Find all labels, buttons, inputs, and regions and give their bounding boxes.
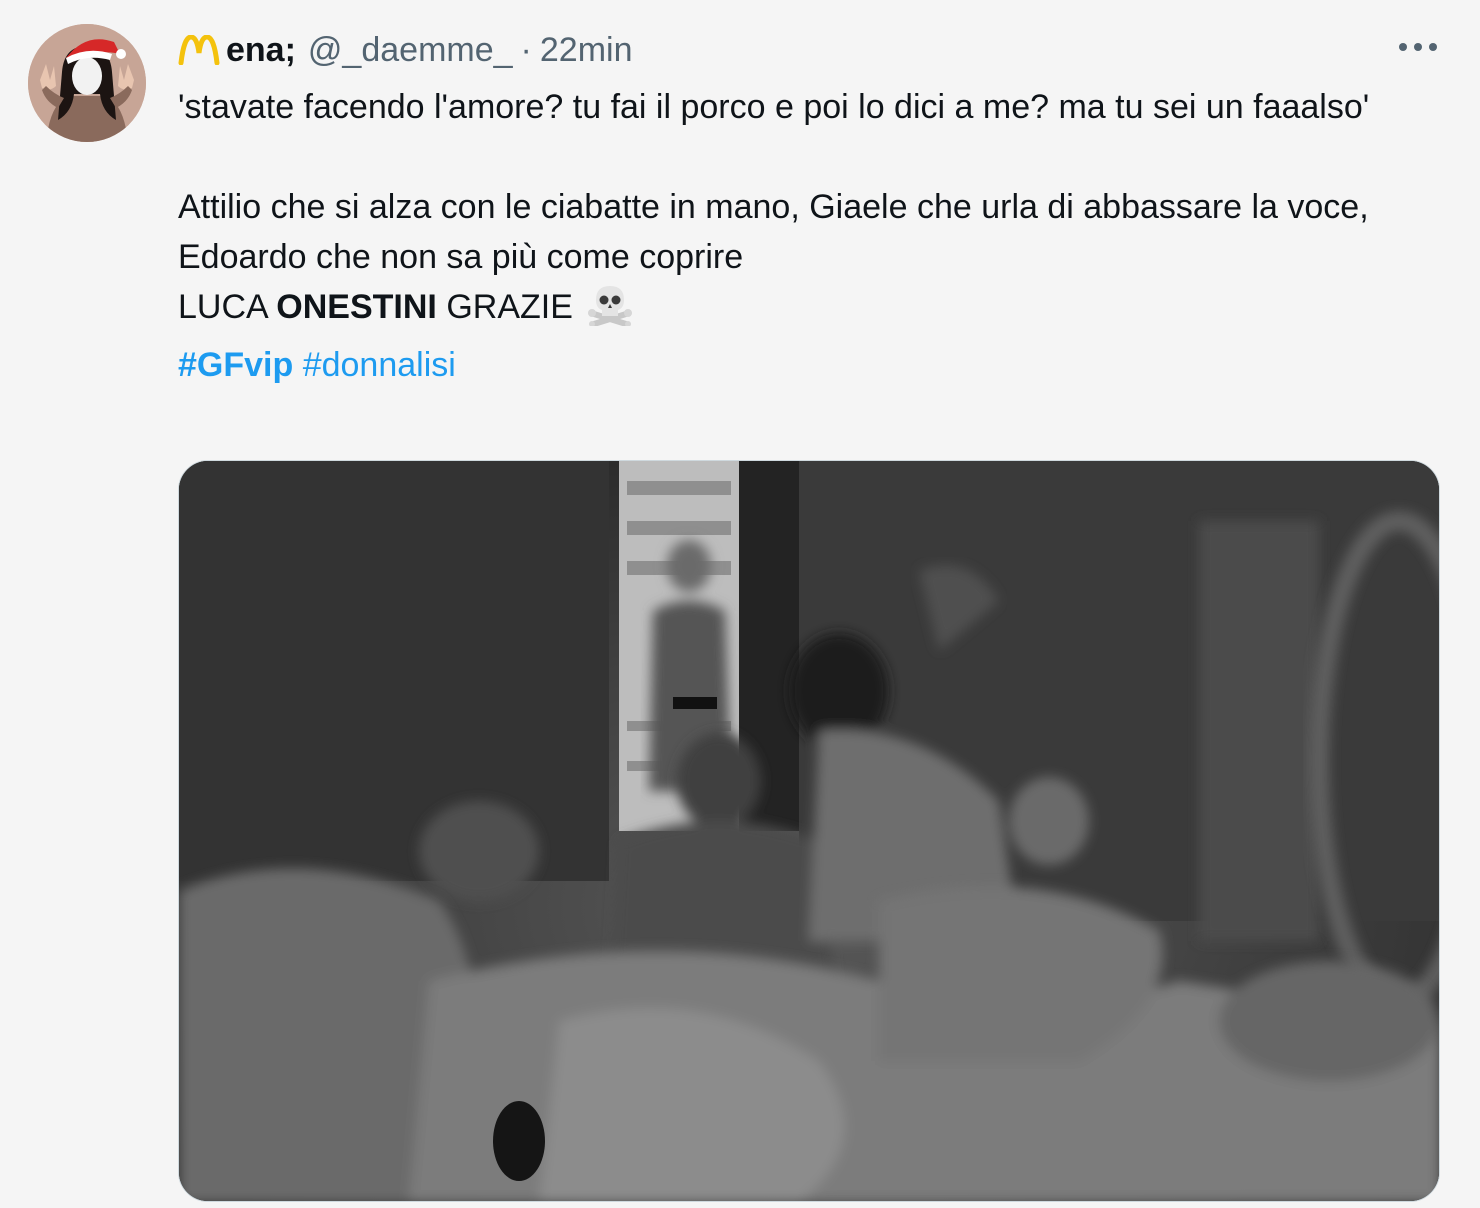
hashtag-donnalisi[interactable]: #donnalisi bbox=[303, 346, 456, 384]
mcdonalds-arch-icon bbox=[178, 35, 220, 65]
hashtag-gfvip[interactable]: #GFvip bbox=[178, 346, 293, 384]
tweet-media[interactable] bbox=[178, 460, 1440, 1202]
tweet-header: ena; @_daemme_ · 22min bbox=[178, 28, 632, 72]
avatar[interactable] bbox=[28, 24, 146, 142]
text-luca: LUCA bbox=[178, 288, 267, 326]
tweet-text-description: Attilio che si alza con le ciabatte in m… bbox=[178, 188, 1369, 276]
tweet-text: 'stavate facendo l'amore? tu fai il porc… bbox=[178, 82, 1418, 390]
tweet-text-thanks: LUCA ONESTINI GRAZIE bbox=[178, 282, 1418, 340]
timestamp[interactable]: 22min bbox=[540, 31, 633, 70]
text-onestini: ONESTINI bbox=[276, 288, 437, 326]
night-vision-photo bbox=[179, 461, 1439, 1201]
skull-crossbones-icon bbox=[588, 284, 633, 340]
more-dots-icon bbox=[1398, 39, 1438, 57]
tweet-text-quote: 'stavate facendo l'amore? tu fai il porc… bbox=[178, 88, 1370, 126]
more-options-button[interactable] bbox=[1396, 30, 1440, 66]
user-handle[interactable]: @_daemme_ bbox=[308, 31, 513, 70]
text-grazie: GRAZIE bbox=[446, 288, 573, 326]
tweet-hashtags: #GFvip #donnalisi bbox=[178, 340, 1418, 390]
tweet-card[interactable]: ena; @_daemme_ · 22min 'stavate facendo … bbox=[0, 0, 1480, 1208]
display-name[interactable]: ena; bbox=[226, 31, 296, 70]
separator-dot: · bbox=[520, 30, 532, 69]
